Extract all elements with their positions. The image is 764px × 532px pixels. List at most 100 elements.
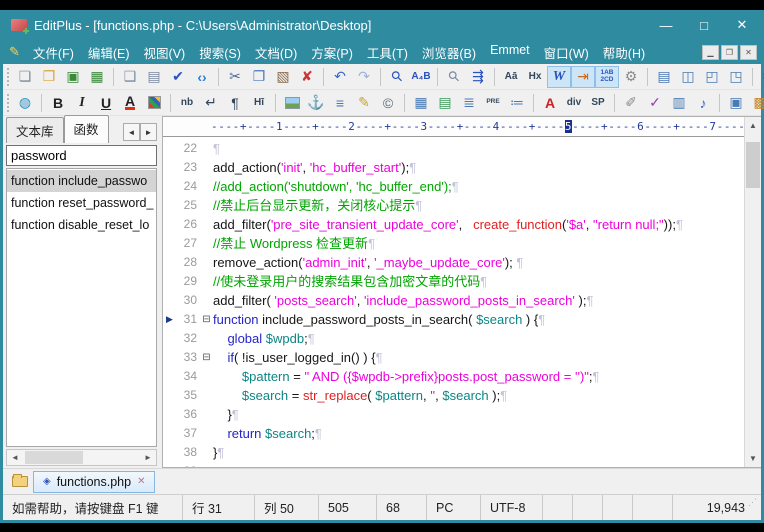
tab-scroll-left-icon[interactable]: ◄: [123, 123, 140, 141]
tab-scroll-right-icon[interactable]: ►: [140, 123, 157, 141]
delete-button[interactable]: ✘: [295, 66, 319, 88]
sidebar-tab-inactive[interactable]: 文本库: [6, 117, 64, 143]
copy-button[interactable]: ❐: [247, 66, 271, 88]
music-button[interactable]: ♪: [691, 92, 715, 114]
find-in-files-button[interactable]: ⚲: [442, 66, 466, 88]
sidebar-tab-active[interactable]: 函数: [64, 115, 109, 143]
pre-tag-button[interactable]: PRE: [481, 92, 505, 114]
mdi-restore-button[interactable]: ❐: [721, 45, 738, 60]
paragraph-mark-button[interactable]: ¶: [223, 92, 247, 114]
code-line[interactable]: 34 $pattern = " AND ({$wpdb->prefix}post…: [163, 367, 744, 386]
maximize-button[interactable]: □: [685, 10, 723, 40]
media-button[interactable]: ▥: [667, 92, 691, 114]
code-line[interactable]: 36 }¶: [163, 405, 744, 424]
code-line[interactable]: 32 global $wpdb;¶: [163, 329, 744, 348]
code-area[interactable]: 22¶23add_action('init', 'hc_buffer_start…: [163, 137, 744, 467]
bold-button[interactable]: B: [46, 92, 70, 114]
word-wrap-button[interactable]: W: [547, 66, 571, 88]
open-file-button[interactable]: ❒: [37, 66, 61, 88]
table-button[interactable]: ▦: [409, 92, 433, 114]
hex-viewer-button[interactable]: Hx: [523, 66, 547, 88]
color-palette-button[interactable]: [142, 92, 166, 114]
code-line[interactable]: 23add_action('init', 'hc_buffer_start');…: [163, 158, 744, 177]
code-line[interactable]: 28remove_action('admin_init', '_maybe_up…: [163, 253, 744, 272]
toolbar-grip[interactable]: [7, 94, 9, 112]
code-line[interactable]: 37 return $search;¶: [163, 424, 744, 443]
file-manager-window-button[interactable]: ◫: [676, 66, 700, 88]
menu-item[interactable]: 编辑(E): [81, 40, 137, 65]
menu-item[interactable]: 帮助(H): [596, 40, 652, 65]
menu-item[interactable]: 窗口(W): [537, 40, 596, 65]
minimize-button[interactable]: —: [647, 10, 685, 40]
form-fields-button[interactable]: ▩: [748, 92, 764, 114]
scroll-down-icon[interactable]: ▼: [745, 450, 761, 467]
special-chars-button[interactable]: ©: [376, 92, 400, 114]
italic-button[interactable]: I: [70, 92, 94, 114]
preview-window-button[interactable]: ◰: [700, 66, 724, 88]
menu-item[interactable]: 工具(T): [360, 40, 415, 65]
code-line[interactable]: 27//禁止 Wordpress 检查更新¶: [163, 234, 744, 253]
code-line[interactable]: 26add_filter('pre_site_transient_update_…: [163, 215, 744, 234]
scroll-right-icon[interactable]: ►: [140, 450, 156, 465]
code-line[interactable]: 39¶: [163, 462, 744, 467]
indent-guide-button[interactable]: ⇥: [571, 66, 595, 88]
script-check-button[interactable]: ✓: [643, 92, 667, 114]
nbsp-button[interactable]: nb: [175, 92, 199, 114]
vscrollbar-thumb[interactable]: [746, 142, 760, 188]
vscrollbar-track[interactable]: [745, 134, 761, 450]
code-line[interactable]: 24//add_action('shutdown', 'hc_buffer_en…: [163, 177, 744, 196]
code-line[interactable]: 25//禁止后台显示更新，关闭核心提示¶: [163, 196, 744, 215]
menu-item[interactable]: 方案(P): [304, 40, 360, 65]
document-tab-functions-php[interactable]: ◈ functions.php ✕: [33, 471, 155, 493]
editor-vertical-scrollbar[interactable]: ▲ ▼: [744, 117, 761, 467]
html-code-button[interactable]: ‹›: [190, 66, 214, 88]
scrollbar-track[interactable]: [23, 450, 140, 465]
menu-item[interactable]: Emmet: [483, 40, 537, 65]
mdi-close-button[interactable]: ✕: [740, 45, 757, 60]
save-button[interactable]: ▣: [61, 66, 85, 88]
print-button[interactable]: ▤: [142, 66, 166, 88]
menu-item[interactable]: 浏览器(B): [415, 40, 483, 65]
sticky-note-button[interactable]: ✎: [352, 92, 376, 114]
span-tag-button[interactable]: SP: [586, 92, 610, 114]
align-center-button[interactable]: ≣: [457, 92, 481, 114]
browser-window-button[interactable]: ◳: [724, 66, 748, 88]
anchor-text-button[interactable]: A: [538, 92, 562, 114]
code-line[interactable]: 22¶: [163, 139, 744, 158]
undo-button[interactable]: ↶: [328, 66, 352, 88]
code-line[interactable]: 29//使未登录用户的搜索结果包含加密文章的代码¶: [163, 272, 744, 291]
cliptext-window-button[interactable]: ▤: [652, 66, 676, 88]
scrollbar-thumb[interactable]: [25, 451, 83, 464]
cut-button[interactable]: ✂: [223, 66, 247, 88]
sidebar-horizontal-scrollbar[interactable]: ◄ ►: [6, 449, 157, 466]
context-help-button[interactable]: ➢?: [757, 66, 764, 88]
code-line[interactable]: 30add_filter( 'posts_search', 'include_p…: [163, 291, 744, 310]
print-preview-button[interactable]: ❑: [118, 66, 142, 88]
tab-close-icon[interactable]: ✕: [137, 476, 145, 487]
scroll-up-icon[interactable]: ▲: [745, 117, 761, 134]
replace-button[interactable]: A₄B: [409, 66, 433, 88]
menu-item[interactable]: 文档(D): [248, 40, 304, 65]
preferences-button[interactable]: ⚙: [619, 66, 643, 88]
horizontal-rule-button[interactable]: ≡: [328, 92, 352, 114]
close-button[interactable]: ✕: [723, 10, 761, 40]
menu-item[interactable]: 文件(F): [26, 40, 81, 65]
heading-button[interactable]: Hī: [247, 92, 271, 114]
form-window-button[interactable]: ▣: [724, 92, 748, 114]
find-button[interactable]: ⚲: [385, 66, 409, 88]
function-search-input[interactable]: [6, 145, 157, 166]
scroll-left-icon[interactable]: ◄: [7, 450, 23, 465]
toolbar-grip[interactable]: [7, 68, 9, 86]
browser-button[interactable]: ◍: [13, 92, 37, 114]
function-list-item[interactable]: function reset_password_: [7, 192, 156, 214]
function-list-item[interactable]: function include_passwo: [7, 170, 156, 192]
code-line[interactable]: 35 $search = str_replace( $pattern, '', …: [163, 386, 744, 405]
redo-button[interactable]: ↷: [352, 66, 376, 88]
directory-window-button[interactable]: [7, 471, 33, 493]
mdi-minimize-button[interactable]: ▁: [702, 45, 719, 60]
fold-toggle-icon[interactable]: ⊟: [200, 348, 213, 367]
script-edit-button[interactable]: ✐: [619, 92, 643, 114]
code-line[interactable]: ▶31⊟function include_password_posts_in_s…: [163, 310, 744, 329]
code-line[interactable]: 33⊟ if( !is_user_logged_in() ) {¶: [163, 348, 744, 367]
function-list-item[interactable]: function disable_reset_lo: [7, 214, 156, 236]
